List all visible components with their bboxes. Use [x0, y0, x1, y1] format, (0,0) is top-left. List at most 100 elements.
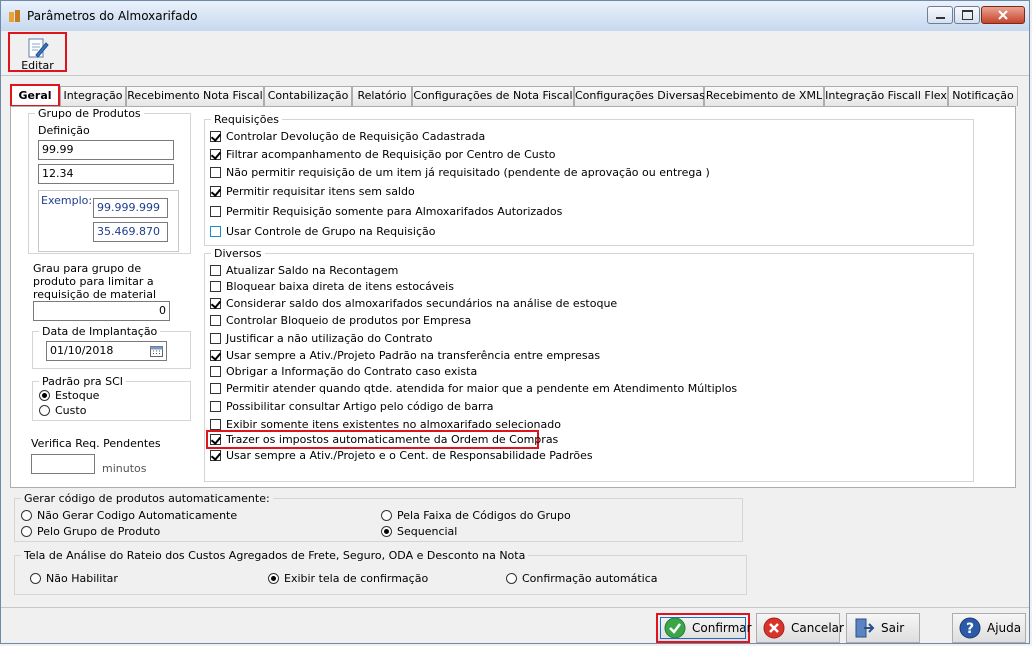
grau-label: Grau para grupo de produto para limitar …: [33, 262, 157, 301]
definicao-field-1[interactable]: 99.99: [38, 140, 174, 160]
radio-label: Sequencial: [397, 525, 458, 538]
verifica-unit: minutos: [102, 462, 147, 475]
confirm-focus-ring: [660, 617, 746, 639]
radio-label: Exibir tela de confirmação: [284, 572, 429, 585]
radio-custo[interactable]: Custo: [39, 403, 86, 418]
tab-recebimento-xml[interactable]: Recebimento de XML: [704, 86, 824, 106]
minimize-icon: [935, 17, 945, 19]
chk-almoxarifados-autorizados[interactable]: Permitir Requisição somente para Almoxar…: [210, 204, 562, 219]
chk-nao-permitir-requisitado[interactable]: Não permitir requisição de um item já re…: [210, 165, 710, 180]
chk-bloquear-baixa[interactable]: Bloquear baixa direta de itens estocávei…: [210, 279, 454, 294]
cancel-button[interactable]: Cancelar: [756, 613, 844, 643]
radio-confirmacao-automatica[interactable]: Confirmação automática: [506, 571, 657, 586]
chk-justificar-contrato[interactable]: Justificar a não utilização do Contrato: [210, 331, 432, 346]
radio-label: Não Habilitar: [46, 572, 118, 585]
edit-icon: [28, 38, 49, 58]
radio-label: Confirmação automática: [522, 572, 658, 585]
main-window: Parâmetros do Almoxarifado Editar Geral …: [0, 0, 1030, 644]
radio-label: Pelo Grupo de Produto: [37, 525, 161, 538]
tab-notificacao[interactable]: Notificação: [948, 86, 1018, 106]
radio-indicator: [506, 573, 517, 584]
tab-integracao-fiscall-flex[interactable]: Integração Fiscall Flex: [824, 86, 948, 106]
diversos-legend: Diversos: [214, 247, 262, 260]
minimize-button[interactable]: [927, 6, 953, 24]
title-bar[interactable]: Parâmetros do Almoxarifado: [1, 1, 1029, 32]
chk-ativ-projeto-centro[interactable]: Usar sempre a Ativ./Projeto e o Cent. de…: [210, 448, 593, 463]
cancel-icon: [763, 617, 785, 639]
radio-nao-habilitar[interactable]: Não Habilitar: [30, 571, 118, 586]
exit-door-icon: [855, 618, 875, 638]
tab-configuracoes-diversas[interactable]: Configurações Diversas: [574, 86, 705, 106]
chk-permitir-sem-saldo[interactable]: Permitir requisitar itens sem saldo: [210, 184, 415, 199]
chk-permitir-atender[interactable]: Permitir atender quando qtde. atendida f…: [210, 381, 737, 396]
grupo-produtos-legend: Grupo de Produtos: [38, 107, 141, 120]
radio-nao-gerar-codigo[interactable]: Não Gerar Codigo Automaticamente: [21, 508, 237, 523]
checkbox-label: Permitir requisitar itens sem saldo: [226, 185, 415, 198]
maximize-icon: [961, 10, 973, 20]
exemplo-field-2: 35.469.870: [93, 222, 168, 242]
chk-obrigar-contrato[interactable]: Obrigar a Informação do Contrato caso ex…: [210, 364, 477, 379]
checkbox-indicator: [210, 315, 221, 326]
radio-custo-indicator: [39, 405, 50, 416]
maximize-button[interactable]: [954, 6, 980, 24]
checkbox-label: Justificar a não utilização do Contrato: [226, 332, 433, 345]
grau-field[interactable]: 0: [33, 301, 170, 321]
checkbox-indicator: [210, 434, 221, 445]
tab-configuracoes-nota-fiscal[interactable]: Configurações de Nota Fiscal: [412, 86, 574, 106]
checkbox-indicator: [210, 206, 221, 217]
radio-custo-label: Custo: [55, 404, 87, 417]
chk-ativ-projeto-transferencia[interactable]: Usar sempre a Ativ./Projeto Padrão na tr…: [210, 348, 600, 363]
radio-indicator: [30, 573, 41, 584]
radio-indicator: [381, 526, 392, 537]
checkbox-indicator: [210, 265, 221, 276]
tab-geral[interactable]: Geral: [10, 84, 60, 107]
tab-recebimento-nota-fiscal[interactable]: Recebimento Nota Fiscal: [126, 86, 264, 106]
help-button[interactable]: ? Ajuda: [952, 613, 1026, 643]
checkbox-indicator: [210, 333, 221, 344]
chk-filtrar-centro-custo[interactable]: Filtrar acompanhamento de Requisição por…: [210, 147, 556, 162]
chk-considerar-saldo[interactable]: Considerar saldo dos almoxarifados secun…: [210, 296, 617, 311]
implantacao-date-field[interactable]: 01/10/2018: [46, 341, 167, 361]
tab-integracao[interactable]: Integração: [60, 86, 126, 106]
close-window-button[interactable]: [981, 6, 1025, 24]
tab-contabilizacao[interactable]: Contabilização: [264, 86, 352, 106]
window-title: Parâmetros do Almoxarifado: [27, 9, 198, 23]
verifica-field[interactable]: [31, 454, 95, 474]
radio-faixa-codigos[interactable]: Pela Faixa de Códigos do Grupo: [381, 508, 571, 523]
padrao-sci-legend: Padrão pra SCI: [42, 375, 124, 388]
radio-grupo-produto[interactable]: Pelo Grupo de Produto: [21, 524, 160, 539]
implantacao-date-value: 01/10/2018: [50, 344, 114, 357]
chk-atualizar-saldo[interactable]: Atualizar Saldo na Recontagem: [210, 263, 398, 278]
radio-sequencial[interactable]: Sequencial: [381, 524, 457, 539]
footer-bar: Confirmar Cancelar Sair ? Ajuda: [1, 607, 1029, 643]
checkbox-label: Controlar Devolução de Requisição Cadast…: [226, 130, 486, 143]
checkbox-indicator: [210, 450, 221, 461]
definicao-field-2[interactable]: 12.34: [38, 164, 174, 184]
verifica-label: Verifica Req. Pendentes: [31, 437, 161, 450]
chk-trazer-impostos[interactable]: Trazer os impostos automaticamente da Or…: [210, 432, 558, 447]
exit-button[interactable]: Sair: [846, 613, 920, 643]
edit-button[interactable]: Editar: [8, 32, 67, 72]
checkbox-label: Trazer os impostos automaticamente da Or…: [226, 433, 559, 446]
chk-controlar-devolucao[interactable]: Controlar Devolução de Requisição Cadast…: [210, 129, 485, 144]
edit-label: Editar: [21, 59, 54, 72]
chk-controle-grupo[interactable]: Usar Controle de Grupo na Requisição: [210, 224, 435, 239]
chk-controlar-bloqueio[interactable]: Controlar Bloqueio de produtos por Empre…: [210, 313, 471, 328]
requisicoes-legend: Requisições: [214, 113, 279, 126]
checkbox-label: Permitir atender quando qtde. atendida f…: [226, 382, 738, 395]
radio-exibir-tela[interactable]: Exibir tela de confirmação: [268, 571, 428, 586]
checkbox-indicator: [210, 281, 221, 292]
checkbox-indicator: [210, 366, 221, 377]
checkbox-label: Controlar Bloqueio de produtos por Empre…: [226, 314, 472, 327]
cancel-label: Cancelar: [791, 621, 844, 635]
checkbox-indicator: [210, 383, 221, 394]
calendar-icon[interactable]: [150, 345, 163, 357]
app-icon: [9, 10, 20, 22]
radio-indicator: [21, 510, 32, 521]
svg-text:?: ?: [966, 621, 974, 637]
radio-estoque[interactable]: Estoque: [39, 388, 99, 403]
confirm-button[interactable]: Confirmar: [656, 613, 752, 643]
tab-strip: Geral Integração Recebimento Nota Fiscal…: [10, 84, 1020, 107]
tab-relatorio[interactable]: Relatório: [352, 86, 412, 106]
chk-consultar-codigo-barra[interactable]: Possibilitar consultar Artigo pelo códig…: [210, 399, 494, 414]
